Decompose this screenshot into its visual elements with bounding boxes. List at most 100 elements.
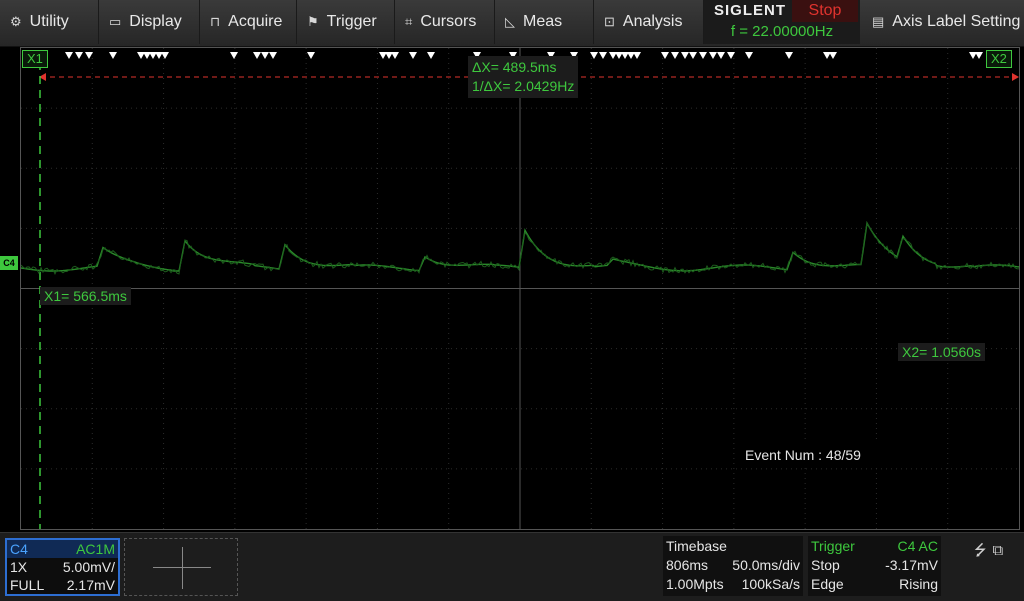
- channel-c4-level-marker[interactable]: C4: [0, 256, 18, 270]
- timebase-scale: 50.0ms/div: [732, 556, 800, 575]
- event-marker: [65, 52, 73, 59]
- event-number: Event Num : 48/59: [736, 442, 940, 468]
- menu-analysis[interactable]: ⊡ Analysis: [594, 0, 704, 44]
- event-marker: [785, 52, 793, 59]
- event-marker: [633, 52, 641, 59]
- cursor-x1-readout: X1= 566.5ms: [40, 287, 131, 305]
- menu-utility[interactable]: ⚙ Utility: [0, 0, 99, 44]
- cursor-x2-tag[interactable]: X2: [986, 50, 1012, 68]
- meas-icon: ◺: [505, 14, 515, 30]
- channel-scale: 5.00mV/: [63, 558, 115, 576]
- event-marker: [745, 52, 753, 59]
- document-icon: ▤: [872, 14, 884, 30]
- ch-scale-row: 1X 5.00mV/: [7, 558, 118, 576]
- acquire-icon: ⊓: [210, 14, 220, 30]
- event-marker: [391, 52, 399, 59]
- display-icon: ▭: [109, 14, 121, 30]
- event-marker: [230, 52, 238, 59]
- menu-meas[interactable]: ◺ Meas: [495, 0, 594, 44]
- inverse-delta-x-readout: 1/ΔX= 2.0429Hz: [472, 77, 574, 96]
- trigger-state: Stop: [811, 556, 840, 575]
- menu-trigger-label: Trigger: [327, 13, 377, 31]
- menu-bar: ⚙ Utility ▭ Display ⊓ Acquire ⚑ Trigger …: [0, 0, 1024, 47]
- network-icon: ⧉: [993, 542, 1010, 559]
- timebase-panel[interactable]: Timebase 806ms 50.0ms/div 1.00Mpts 100kS…: [663, 536, 803, 596]
- menu-acquire[interactable]: ⊓ Acquire: [200, 0, 297, 44]
- run-status[interactable]: Stop: [792, 0, 858, 22]
- event-marker: [109, 52, 117, 59]
- delta-x-readout: ΔX= 489.5ms: [472, 58, 574, 77]
- trigger-source: C4 AC: [898, 537, 938, 556]
- event-marker: [409, 52, 417, 59]
- event-marker: [253, 52, 261, 59]
- timebase-memory: 1.00Mpts: [666, 575, 724, 594]
- brand-logo: SIGLENT: [714, 2, 786, 19]
- menu-axis-label-setting[interactable]: ▤ Axis Label Setting: [862, 0, 1024, 44]
- event-marker: [681, 52, 689, 59]
- event-marker: [661, 52, 669, 59]
- trigger-level-row: Stop -3.17mV: [808, 556, 941, 575]
- trigger-flag-icon: ⚑: [307, 14, 319, 30]
- ch-header-row: C4 AC1M: [7, 540, 118, 558]
- trigger-panel[interactable]: Trigger C4 AC Stop -3.17mV Edge Rising: [808, 536, 941, 596]
- cursor-delta-box: ΔX= 489.5ms 1/ΔX= 2.0429Hz: [468, 56, 578, 98]
- event-marker: [85, 52, 93, 59]
- timebase-sample-row: 1.00Mpts 100kSa/s: [663, 575, 803, 594]
- event-marker: [599, 52, 607, 59]
- event-marker: [161, 52, 169, 59]
- channel-offset: 2.17mV: [67, 576, 115, 594]
- event-marker: [717, 52, 725, 59]
- trigger-slope: Rising: [899, 575, 938, 594]
- event-marker: [590, 52, 598, 59]
- menu-cursors-label: Cursors: [420, 13, 476, 31]
- menu-display-label: Display: [129, 13, 181, 31]
- usb-icon: ⭍: [974, 542, 993, 559]
- event-marker: [427, 52, 435, 59]
- menu-axis-label-setting-label: Axis Label Setting: [892, 13, 1020, 31]
- system-icons: ⭍⧉: [974, 540, 1009, 565]
- menu-trigger[interactable]: ⚑ Trigger: [297, 0, 395, 44]
- event-marker: [709, 52, 717, 59]
- menu-acquire-label: Acquire: [228, 13, 282, 31]
- menu-display[interactable]: ▭ Display: [99, 0, 200, 44]
- cursor-x1-tag[interactable]: X1: [22, 50, 48, 68]
- menu-utility-label: Utility: [30, 13, 69, 31]
- event-marker: [269, 52, 277, 59]
- add-channel-slot[interactable]: [124, 538, 238, 596]
- channel-probe: 1X: [10, 558, 27, 576]
- channel-bandwidth: FULL: [10, 576, 44, 594]
- timebase-title: Timebase: [666, 537, 727, 556]
- gear-icon: ⚙: [10, 14, 22, 30]
- timebase-title-row: Timebase: [663, 537, 803, 556]
- event-marker: [261, 52, 269, 59]
- event-marker: [689, 52, 697, 59]
- event-marker: [975, 52, 983, 59]
- timebase-scale-row: 806ms 50.0ms/div: [663, 556, 803, 575]
- cursor-x2-readout: X2= 1.0560s: [898, 343, 985, 361]
- event-marker: [75, 52, 83, 59]
- menu-cursors[interactable]: ⌗ Cursors: [395, 0, 495, 44]
- trigger-type-row: Edge Rising: [808, 575, 941, 594]
- ch-offset-row: FULL 2.17mV: [7, 576, 118, 594]
- channel-name: C4: [10, 540, 28, 558]
- trigger-title-row: Trigger C4 AC: [808, 537, 941, 556]
- timebase-sample-rate: 100kSa/s: [742, 575, 800, 594]
- trigger-level: -3.17mV: [885, 556, 938, 575]
- menu-analysis-label: Analysis: [623, 13, 683, 31]
- trigger-type: Edge: [811, 575, 844, 594]
- range-arrow-right: [1012, 73, 1019, 81]
- channel-c4-panel[interactable]: C4 AC1M 1X 5.00mV/ FULL 2.17mV: [5, 538, 120, 596]
- event-marker: [671, 52, 679, 59]
- trigger-title: Trigger: [811, 537, 855, 556]
- frequency-counter: f = 22.00000Hz: [704, 23, 860, 40]
- event-marker: [727, 52, 735, 59]
- event-marker: [699, 52, 707, 59]
- event-marker: [307, 52, 315, 59]
- channel-coupling: AC1M: [76, 540, 115, 558]
- event-marker: [829, 52, 837, 59]
- analysis-icon: ⊡: [604, 14, 615, 30]
- plus-icon-v: [182, 547, 183, 589]
- cursors-icon: ⌗: [405, 14, 412, 30]
- menu-meas-label: Meas: [523, 13, 562, 31]
- timebase-delay: 806ms: [666, 556, 708, 575]
